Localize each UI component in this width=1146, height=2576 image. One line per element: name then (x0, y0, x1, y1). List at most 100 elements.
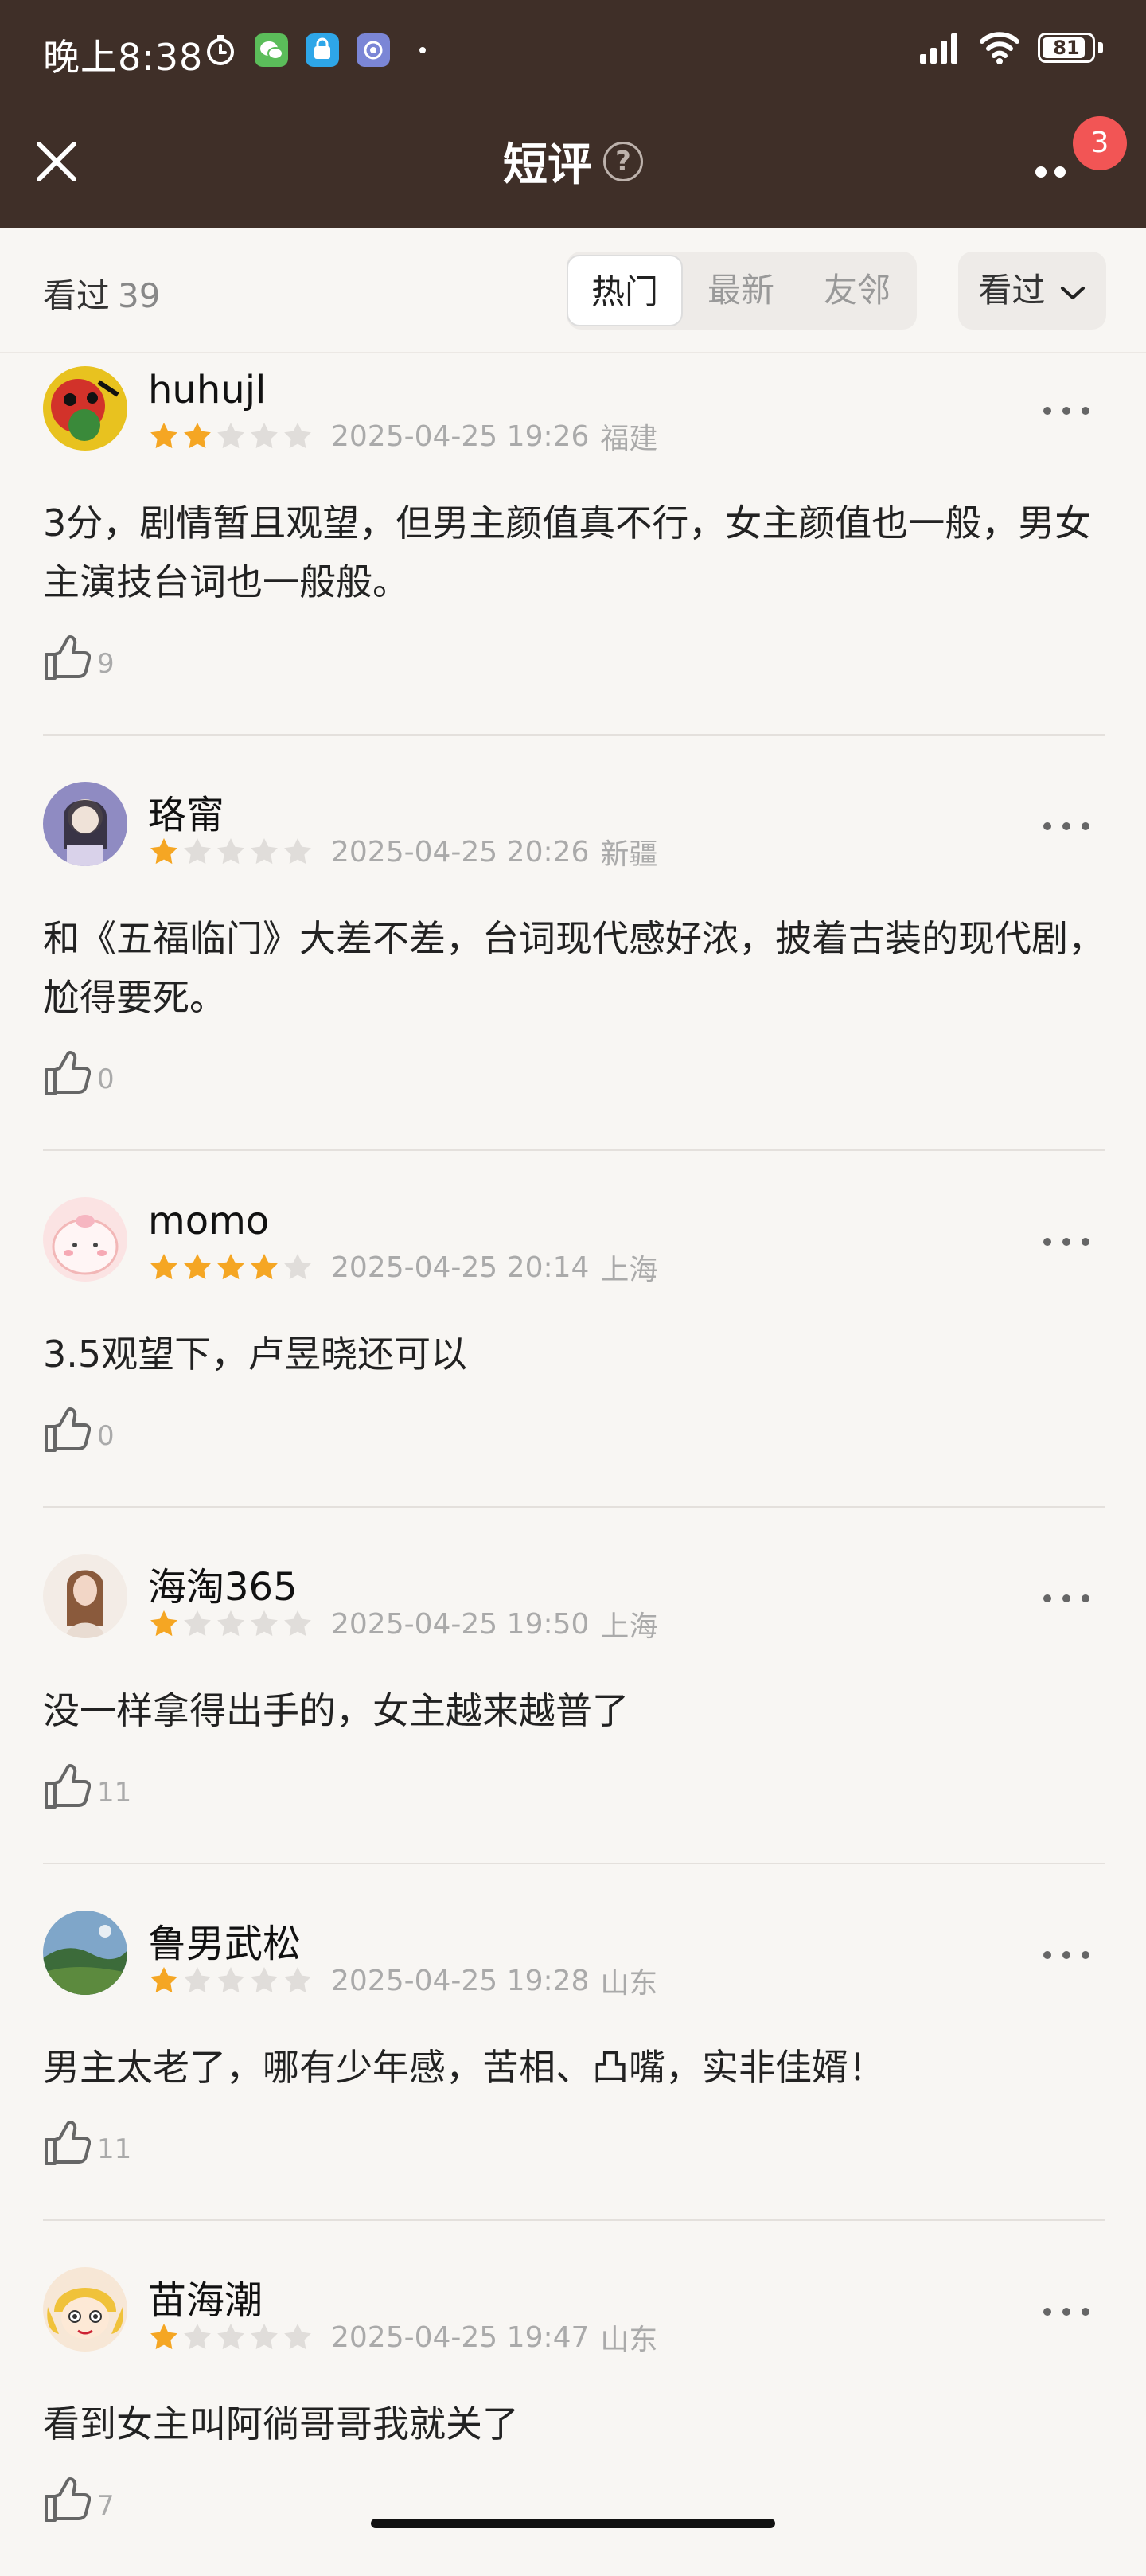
dot-icon (419, 47, 426, 53)
rating-stars (148, 836, 315, 868)
comment-location: 山东 (600, 1967, 658, 2000)
avatar[interactable] (43, 1911, 127, 1995)
username[interactable]: momo (148, 1199, 269, 1243)
comment-text: 3分，剧情暂且观望，但男主颜值真不行，女主颜值也一般，男女主演技台词也一般般。 (43, 502, 1092, 603)
star-empty-icon (251, 1610, 278, 1637)
like-button[interactable]: 11 (43, 2119, 131, 2167)
comment-meta: 2025-04-25 19:28 山东 (148, 1960, 657, 2001)
star-empty-icon (184, 1967, 211, 1993)
status-right: 81 (920, 30, 1103, 65)
battery-level: 81 (1053, 37, 1080, 59)
avatar[interactable] (43, 1197, 127, 1282)
like-count: 0 (97, 1064, 115, 1095)
tab-latest[interactable]: 最新 (683, 255, 799, 326)
star-empty-icon (184, 1610, 211, 1637)
title-bar: 短评? 3 (0, 102, 1146, 228)
star-empty-icon (251, 838, 278, 865)
wechat-icon (255, 33, 288, 67)
thumbs-up-icon (45, 2121, 91, 2165)
comment-item: 苗海潮 2025-04-25 19:47 山东 看到女主叫阿徜哥哥我就关了 7 (43, 2261, 1105, 2576)
star-empty-icon (217, 1610, 244, 1637)
like-button[interactable]: 9 (43, 634, 115, 681)
seen-count: 看过 39 (43, 269, 160, 318)
more-dots-icon[interactable] (1035, 810, 1098, 842)
comment-text: 看到女主叫阿徜哥哥我就关了 (43, 2402, 519, 2445)
comment-text: 男主太老了，哪有少年感，苦相、凸嘴，实非佳婿！ (43, 2046, 885, 2089)
star-filled-icon (184, 1254, 211, 1280)
seen-dropdown-label: 看过 (978, 271, 1046, 310)
comment-item: 珞甯 2025-04-25 20:26 新疆 和《五福临门》大差不差，台词现代感… (43, 775, 1105, 1151)
wifi-icon (980, 32, 1019, 64)
more-dots-icon[interactable] (1035, 1226, 1098, 1258)
seen-dropdown[interactable]: 看过 (958, 252, 1106, 330)
star-empty-icon (251, 423, 278, 449)
star-empty-icon (284, 1967, 311, 1993)
question-icon[interactable]: ? (603, 141, 643, 181)
like-button[interactable]: 0 (43, 1049, 115, 1097)
avatar[interactable] (43, 782, 127, 866)
star-filled-icon (217, 1254, 244, 1280)
comment-location: 福建 (600, 423, 658, 455)
star-empty-icon (284, 423, 311, 449)
comment-time: 2025-04-25 20:26 (331, 835, 590, 868)
thumbs-up-icon (45, 1407, 91, 1452)
avatar[interactable] (43, 2267, 127, 2352)
star-filled-icon (150, 2324, 177, 2350)
comment-text: 3.5观望下，卢昱晓还可以 (43, 1333, 468, 1376)
comment-location: 新疆 (600, 838, 658, 871)
avatar[interactable] (43, 1554, 127, 1638)
like-button[interactable]: 11 (43, 1762, 131, 1810)
comment-text: 没一样拿得出手的，女主越来越普了 (43, 1689, 629, 1732)
comment-meta: 2025-04-25 20:14 上海 (148, 1247, 657, 1288)
notification-badge[interactable]: 3 (1073, 116, 1127, 170)
page-title-text: 短评 (503, 139, 592, 191)
battery-icon: 81 (1038, 33, 1095, 63)
comment-location: 山东 (600, 2324, 658, 2356)
app-icon (357, 33, 390, 67)
top-bar: 晚上8:38 81 短评 ? 3 (0, 0, 1146, 228)
avatar[interactable] (43, 366, 127, 451)
comment-item: 鲁男武松 2025-04-25 19:28 山东 男主太老了，哪有少年感，苦相、… (43, 1904, 1105, 2221)
chevron-down-icon (1060, 286, 1085, 299)
more-dots-icon[interactable] (1035, 2296, 1098, 2328)
thumbs-up-icon (45, 2477, 91, 2522)
tab-hot[interactable]: 热门 (567, 255, 683, 326)
alarm-icon (207, 35, 234, 65)
star-filled-icon (150, 838, 177, 865)
star-empty-icon (184, 838, 211, 865)
comment-meta: 2025-04-25 19:50 上海 (148, 1603, 657, 1645)
shopping-bag-icon (306, 33, 339, 67)
comment-text: 和《五福临门》大差不差，台词现代感好浓，披着古装的现代剧，尬得要死。 (43, 917, 1105, 1019)
more-dots-icon[interactable] (1035, 1583, 1098, 1614)
page-title: 短评? (0, 129, 1146, 193)
star-empty-icon (217, 1967, 244, 1993)
thumbs-up-icon (45, 1051, 91, 1095)
more-dots-icon[interactable] (1035, 1939, 1098, 1971)
like-button[interactable]: 0 (43, 1406, 115, 1454)
star-empty-icon (284, 1254, 311, 1280)
filter-bar: 看过 39 热门 最新 友邻 看过 (0, 228, 1146, 353)
thumbs-up-icon (45, 1764, 91, 1809)
like-button[interactable]: 7 (43, 2476, 115, 2523)
star-filled-icon (150, 1967, 177, 1993)
status-bar: 晚上8:38 81 (0, 0, 1146, 102)
username[interactable]: huhujl (148, 368, 266, 412)
comment-location: 上海 (600, 1610, 658, 1643)
tab-friends[interactable]: 友邻 (799, 255, 915, 326)
thumbs-up-icon (45, 635, 91, 680)
star-empty-icon (217, 423, 244, 449)
signal-icon (920, 33, 957, 64)
rating-stars (148, 420, 315, 452)
star-empty-icon (184, 2324, 211, 2350)
comment-item: 海淘365 2025-04-25 19:50 上海 没一样拿得出手的，女主越来越… (43, 1548, 1105, 1864)
more-dots-icon[interactable] (1035, 395, 1098, 427)
like-count: 0 (97, 1420, 115, 1452)
comment-time: 2025-04-25 19:26 (331, 420, 590, 453)
home-indicator[interactable] (371, 2519, 775, 2528)
like-count: 11 (97, 1777, 132, 1809)
rating-stars (148, 2321, 315, 2353)
star-filled-icon (184, 423, 211, 449)
comment-time: 2025-04-25 19:28 (331, 1964, 590, 1997)
comment-meta: 2025-04-25 20:26 新疆 (148, 831, 657, 872)
like-count: 9 (97, 648, 115, 680)
